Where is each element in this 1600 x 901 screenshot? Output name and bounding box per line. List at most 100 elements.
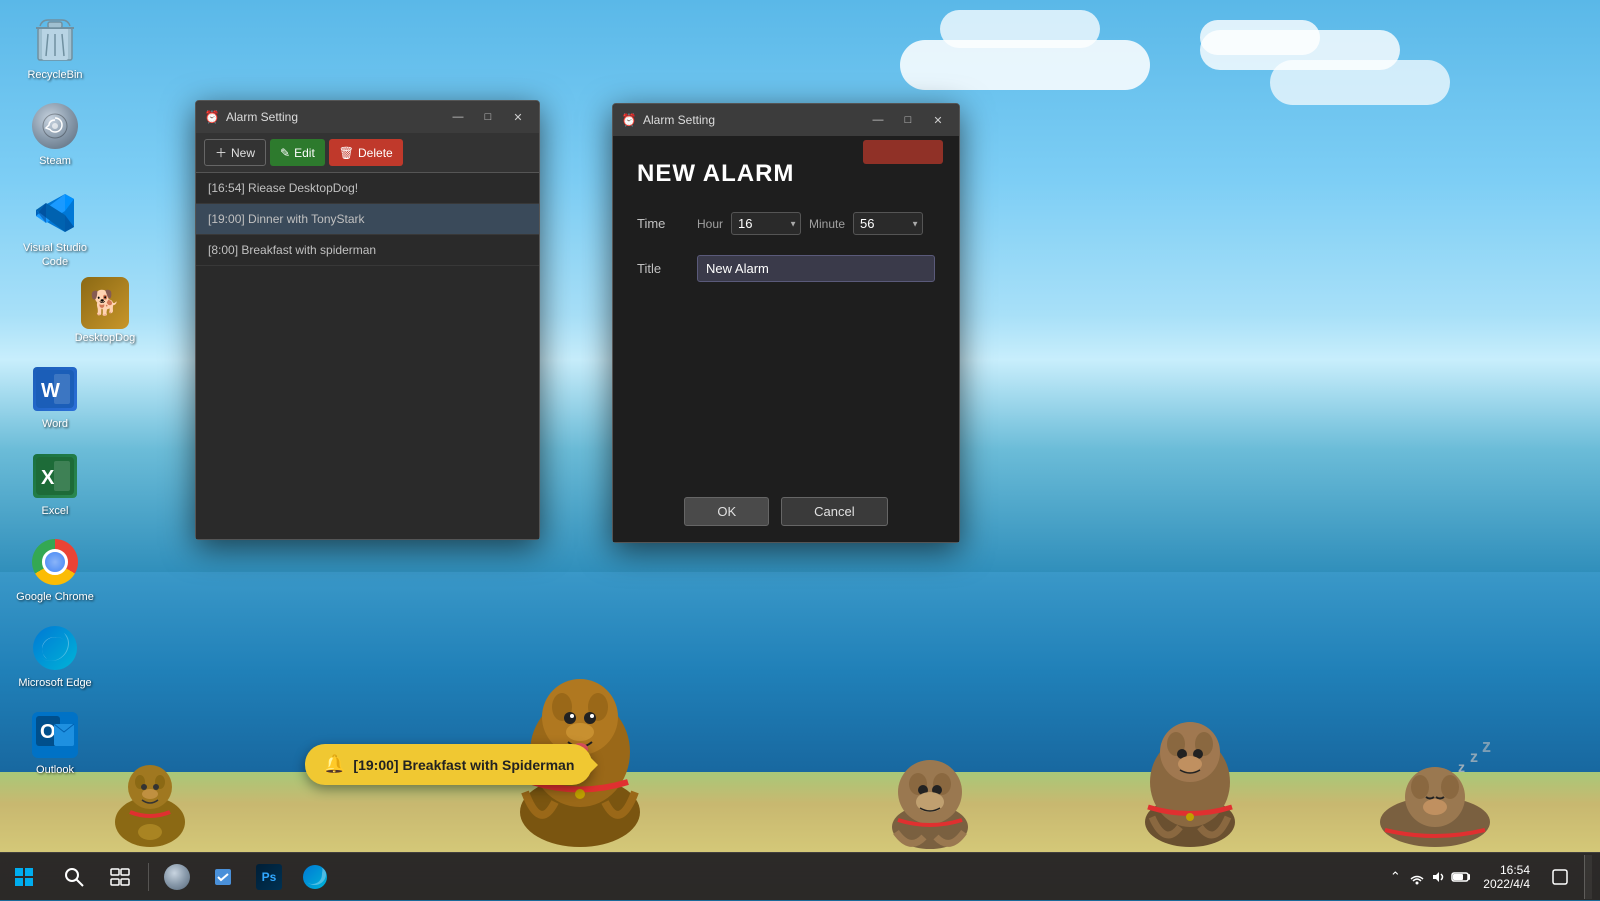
taskbar-search-button[interactable]: [52, 855, 96, 899]
time-label: Time: [637, 216, 697, 231]
vscode-icon: [31, 189, 79, 237]
excel-icon: X: [31, 452, 79, 500]
checklist-icon: [212, 866, 234, 888]
chrome-label: Google Chrome: [16, 590, 94, 604]
tray-expand-icon[interactable]: ⌃: [1385, 867, 1405, 887]
minute-select[interactable]: 56: [853, 212, 923, 235]
water-area: [0, 572, 1600, 772]
hour-select[interactable]: 16: [731, 212, 801, 235]
steam-icon: [31, 102, 79, 150]
new-alarm-title: Alarm Setting: [643, 113, 859, 127]
edge-icon: [31, 624, 79, 672]
notification-bubble[interactable]: 🔔 [19:00] Breakfast with Spiderman: [305, 744, 592, 785]
edit-alarm-button[interactable]: ✎ Edit: [270, 139, 325, 166]
word-icon: W: [31, 365, 79, 413]
new-alarm-content: NEW ALARM Time Hour 16 Minute 56: [613, 136, 959, 542]
taskbar-clock[interactable]: 16:54 2022/4/4: [1475, 863, 1538, 891]
cancel-button[interactable]: Cancel: [781, 497, 887, 526]
new-icon: ＋: [215, 144, 227, 161]
alarm-list-minimize-button[interactable]: —: [445, 107, 471, 127]
alarm-list-content: [16:54] Riease DesktopDog! [19:00] Dinne…: [196, 173, 539, 539]
alarm-list-maximize-button[interactable]: □: [475, 107, 501, 127]
desktop-icon-word[interactable]: W Word: [10, 359, 100, 437]
start-button[interactable]: [0, 853, 48, 901]
battery-icon: [1451, 871, 1471, 883]
windows-logo-icon: [14, 867, 34, 887]
new-alarm-window-icon: ⏰: [621, 112, 637, 128]
alarm-list-window-controls: — □ ✕: [445, 107, 531, 127]
tray-battery-icon[interactable]: [1451, 867, 1471, 887]
alarm-item-1[interactable]: [19:00] Dinner with TonyStark: [196, 204, 539, 235]
volume-icon: [1431, 869, 1447, 885]
edit-icon: ✎: [280, 146, 290, 160]
new-alarm-button[interactable]: ＋ New: [204, 139, 266, 166]
minute-label: Minute: [809, 217, 845, 231]
svg-text:X: X: [41, 467, 55, 489]
alarm-list-window: ⏰ Alarm Setting — □ ✕ ＋ New ✎ Edit 🗑 Del…: [195, 100, 540, 540]
alarm-list-titlebar[interactable]: ⏰ Alarm Setting — □ ✕: [196, 101, 539, 133]
notification-bell-icon: 🔔: [323, 754, 345, 775]
steam-label: Steam: [39, 154, 71, 168]
desktop-icon-steam[interactable]: Steam: [10, 96, 100, 174]
cloud-5: [940, 10, 1100, 48]
word-label: Word: [42, 417, 68, 431]
taskbar: Ps ⌃: [0, 852, 1600, 900]
network-icon: [1409, 869, 1425, 885]
outlook-label: Outlook: [36, 763, 74, 777]
minute-select-wrapper: 56: [853, 212, 923, 235]
svg-text:O: O: [40, 721, 56, 743]
desktop-icon-chrome[interactable]: Google Chrome: [10, 532, 100, 610]
search-icon: [63, 866, 85, 888]
excel-label: Excel: [42, 504, 69, 518]
hour-select-wrapper: 16: [731, 212, 801, 235]
alarm-item-2[interactable]: [8:00] Breakfast with spiderman: [196, 235, 539, 266]
new-alarm-maximize-button[interactable]: □: [895, 110, 921, 130]
taskbar-icons: Ps: [48, 855, 341, 899]
ok-button[interactable]: OK: [684, 497, 769, 526]
desktop-icon-outlook[interactable]: O Outlook: [10, 705, 100, 783]
show-desktop-button[interactable]: [1584, 855, 1592, 899]
title-input[interactable]: [697, 255, 935, 282]
title-label: Title: [637, 261, 697, 276]
beach-area: [0, 772, 1600, 852]
svg-text:W: W: [41, 380, 60, 402]
red-close-area: [863, 140, 943, 164]
vscode-label: Visual Studio Code: [14, 241, 96, 270]
outlook-icon: O: [31, 711, 79, 759]
alarm-list-window-icon: ⏰: [204, 109, 220, 125]
taskbar-edge-button[interactable]: [293, 855, 337, 899]
new-alarm-window-controls: — □ ✕: [865, 110, 951, 130]
taskbar-steam-button[interactable]: [155, 855, 199, 899]
desktopdog-label: DesktopDog: [75, 331, 136, 345]
alarm-list-close-button[interactable]: ✕: [505, 107, 531, 127]
clock-date: 2022/4/4: [1483, 877, 1530, 891]
taskbar-steam-icon: [164, 864, 190, 890]
new-alarm-footer: OK Cancel: [637, 481, 935, 526]
system-tray: ⌃: [1385, 867, 1471, 887]
delete-alarm-button[interactable]: 🗑 Delete: [329, 139, 403, 166]
alarm-toolbar: ＋ New ✎ Edit 🗑 Delete: [196, 133, 539, 173]
desktop-icon-excel[interactable]: X Excel: [10, 446, 100, 524]
new-alarm-titlebar[interactable]: ⏰ Alarm Setting — □ ✕: [613, 104, 959, 136]
new-alarm-close-button[interactable]: ✕: [925, 110, 951, 130]
taskbar-separator: [148, 863, 149, 891]
taskbar-right: ⌃: [1385, 855, 1600, 899]
desktop-icon-edge[interactable]: Microsoft Edge: [10, 618, 100, 696]
new-alarm-minimize-button[interactable]: —: [865, 110, 891, 130]
desktop-icons-container: RecycleBin Steam Vi: [10, 10, 150, 783]
alarm-item-0[interactable]: [16:54] Riease DesktopDog!: [196, 173, 539, 204]
recyclebin-label: RecycleBin: [27, 68, 82, 82]
cloud-3: [1270, 60, 1450, 105]
taskbar-photoshop-button[interactable]: Ps: [247, 855, 291, 899]
cloud-2: [1200, 20, 1320, 55]
tray-volume-icon[interactable]: [1429, 867, 1449, 887]
taskbar-taskview-button[interactable]: [98, 855, 142, 899]
tray-network-icon[interactable]: [1407, 867, 1427, 887]
desktop-icon-desktopdog[interactable]: 🐕 DesktopDog: [60, 273, 150, 351]
notification-text: [19:00] Breakfast with Spiderman: [353, 757, 574, 773]
desktop-icon-vscode[interactable]: Visual Studio Code: [10, 183, 100, 276]
taskbar-checklist-button[interactable]: [201, 855, 245, 899]
desktop-icon-recyclebin[interactable]: RecycleBin: [10, 10, 100, 88]
taskbar-notification-button[interactable]: [1542, 855, 1578, 899]
recyclebin-icon: [31, 16, 79, 64]
